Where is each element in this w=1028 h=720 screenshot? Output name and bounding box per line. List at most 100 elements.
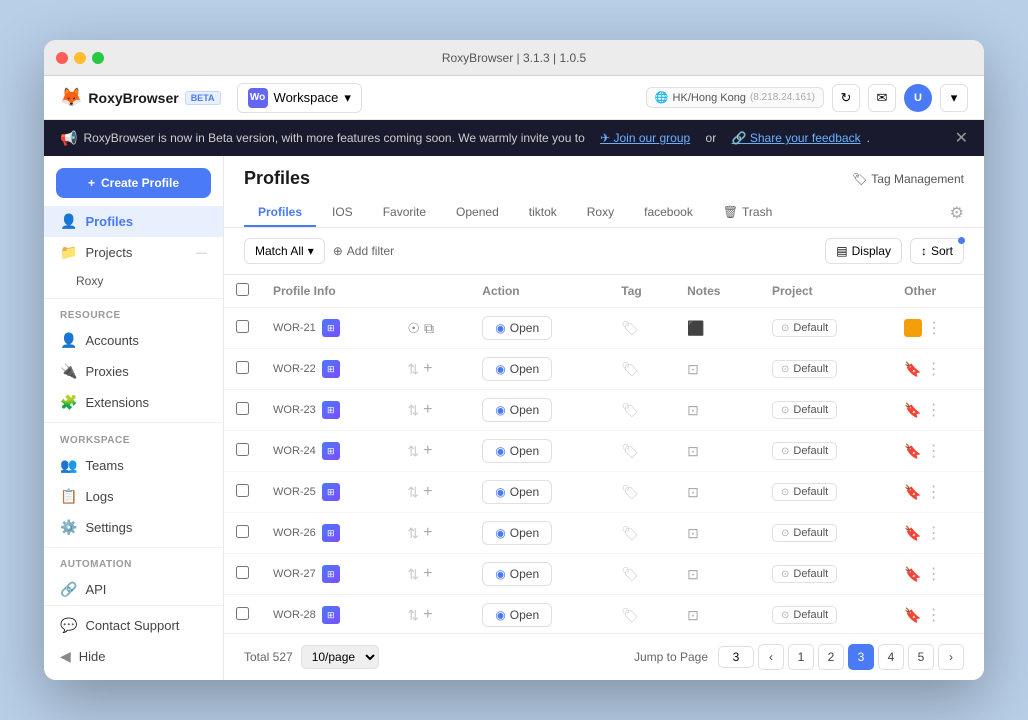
row-checkbox[interactable] — [236, 607, 249, 620]
tab-tiktok[interactable]: tiktok — [515, 199, 571, 227]
sidebar-item-projects[interactable]: 📁 Projects — — [44, 237, 223, 268]
sidebar-item-extensions[interactable]: 🧩 Extensions — [44, 387, 223, 418]
sidebar-item-settings[interactable]: ⚙️ Settings — [44, 512, 223, 543]
notes-icon[interactable]: ⊡ — [687, 525, 699, 541]
page-1-button[interactable]: 1 — [788, 644, 814, 670]
project-tag[interactable]: ⊙ Default — [772, 442, 837, 460]
add-filter-button[interactable]: ⊕ Add filter — [333, 244, 394, 258]
page-4-button[interactable]: 4 — [878, 644, 904, 670]
bookmark-icon[interactable]: 🔖 — [904, 443, 921, 460]
create-profile-button[interactable]: + Create Profile — [56, 168, 211, 198]
more-options-button[interactable]: ⋮ — [926, 400, 942, 420]
share-feedback-link[interactable]: 🔗 Share your feedback — [732, 131, 861, 145]
next-page-button[interactable]: › — [938, 644, 964, 670]
open-profile-button[interactable]: ◉ Open — [482, 521, 552, 545]
tag-icon[interactable]: 🏷 — [621, 607, 639, 623]
refresh-button[interactable]: ↻ — [832, 84, 860, 112]
close-dot[interactable] — [56, 52, 68, 64]
add-icon[interactable]: + — [423, 524, 432, 542]
more-options-button[interactable]: ⋮ — [926, 523, 942, 543]
notes-icon[interactable]: ⊡ — [687, 361, 699, 377]
bookmark-icon[interactable]: 🔖 — [904, 484, 921, 501]
row-checkbox[interactable] — [236, 361, 249, 374]
row-checkbox[interactable] — [236, 402, 249, 415]
tabs-settings-icon[interactable]: ⚙ — [950, 203, 964, 223]
copy-icon[interactable]: ⧉ — [424, 320, 434, 337]
tag-icon[interactable]: 🏷 — [621, 320, 639, 336]
tag-icon[interactable]: 🏷 — [621, 402, 639, 418]
row-checkbox[interactable] — [236, 525, 249, 538]
tab-trash[interactable]: 🗑 Trash — [709, 199, 786, 227]
sort-button[interactable]: ↕ Sort — [910, 238, 964, 264]
open-profile-button[interactable]: ◉ Open — [482, 603, 552, 627]
maximize-dot[interactable] — [92, 52, 104, 64]
tab-ios[interactable]: IOS — [318, 199, 367, 227]
add-icon[interactable]: + — [423, 565, 432, 583]
bookmark-icon[interactable]: 🔖 — [904, 361, 921, 378]
notes-icon[interactable]: ⬛ — [687, 320, 704, 336]
tab-facebook[interactable]: facebook — [630, 199, 707, 227]
project-tag[interactable]: ⊙ Default — [772, 483, 837, 501]
page-5-button[interactable]: 5 — [908, 644, 934, 670]
sidebar-item-roxy[interactable]: Roxy — [44, 268, 223, 294]
sidebar-item-logs[interactable]: 📋 Logs — [44, 481, 223, 512]
sidebar-item-accounts[interactable]: 👤 Accounts — [44, 325, 223, 356]
project-tag[interactable]: ⊙ Default — [772, 319, 837, 337]
sidebar-item-contact-support[interactable]: 💬 Contact Support — [44, 610, 223, 641]
fingerprint-icon[interactable]: ☉ — [407, 320, 420, 337]
bookmark-icon[interactable]: 🔖 — [904, 525, 921, 542]
project-tag[interactable]: ⊙ Default — [772, 360, 837, 378]
banner-close-button[interactable]: ✕ — [955, 128, 968, 148]
user-avatar[interactable]: U — [904, 84, 932, 112]
display-button[interactable]: ▤ Display — [825, 238, 902, 264]
open-profile-button[interactable]: ◉ Open — [482, 439, 552, 463]
per-page-select[interactable]: 10/page 20/page 50/page — [301, 645, 379, 669]
jump-to-page-input[interactable] — [718, 646, 754, 668]
prev-page-button[interactable]: ‹ — [758, 644, 784, 670]
notes-icon[interactable]: ⊡ — [687, 607, 699, 623]
tab-roxy[interactable]: Roxy — [573, 199, 628, 227]
minimize-dot[interactable] — [74, 52, 86, 64]
join-group-link[interactable]: ✈ Join our group — [600, 131, 690, 145]
notification-button[interactable]: ✉ — [868, 84, 896, 112]
bookmark-icon[interactable]: 🔖 — [904, 607, 921, 624]
row-checkbox[interactable] — [236, 320, 249, 333]
sidebar-item-teams[interactable]: 👥 Teams — [44, 450, 223, 481]
add-icon[interactable]: + — [423, 483, 432, 501]
notes-icon[interactable]: ⊡ — [687, 402, 699, 418]
sidebar-item-api[interactable]: 🔗 API — [44, 574, 223, 605]
row-checkbox[interactable] — [236, 484, 249, 497]
project-tag[interactable]: ⊙ Default — [772, 401, 837, 419]
open-profile-button[interactable]: ◉ Open — [482, 480, 552, 504]
open-profile-button[interactable]: ◉ Open — [482, 398, 552, 422]
notes-icon[interactable]: ⊡ — [687, 566, 699, 582]
tag-icon[interactable]: 🏷 — [621, 525, 639, 541]
add-icon[interactable]: + — [423, 360, 432, 378]
tag-icon[interactable]: 🏷 — [621, 566, 639, 582]
project-tag[interactable]: ⊙ Default — [772, 606, 837, 624]
open-profile-button[interactable]: ◉ Open — [482, 357, 552, 381]
notes-icon[interactable]: ⊡ — [687, 484, 699, 500]
open-profile-button[interactable]: ◉ Open — [482, 562, 552, 586]
tag-icon[interactable]: 🏷 — [621, 484, 639, 500]
more-options-button[interactable]: ⋮ — [926, 359, 942, 379]
more-options-button[interactable]: ⋮ — [926, 441, 942, 461]
open-profile-button[interactable]: ◉ Open — [482, 316, 552, 340]
workspace-selector[interactable]: Wo Workspace ▾ — [237, 83, 362, 113]
project-tag[interactable]: ⊙ Default — [772, 565, 837, 583]
row-checkbox[interactable] — [236, 566, 249, 579]
sidebar-item-hide[interactable]: ◀ Hide — [44, 641, 223, 672]
add-icon[interactable]: + — [423, 401, 432, 419]
select-all-checkbox[interactable] — [236, 283, 249, 296]
bookmark-icon[interactable]: 🔖 — [904, 566, 921, 583]
tab-opened[interactable]: Opened — [442, 199, 513, 227]
more-options-button[interactable]: ⋮ — [926, 482, 942, 502]
tag-icon[interactable]: 🏷 — [621, 443, 639, 459]
more-options-button[interactable]: ⋮ — [926, 605, 942, 625]
sidebar-item-profiles[interactable]: 👤 Profiles — [44, 206, 223, 237]
sidebar-item-proxies[interactable]: 🔌 Proxies — [44, 356, 223, 387]
add-icon[interactable]: + — [423, 606, 432, 624]
bookmark-icon[interactable]: 🔖 — [904, 402, 921, 419]
more-options-button[interactable]: ⋮ — [926, 564, 942, 584]
add-icon[interactable]: + — [423, 442, 432, 460]
